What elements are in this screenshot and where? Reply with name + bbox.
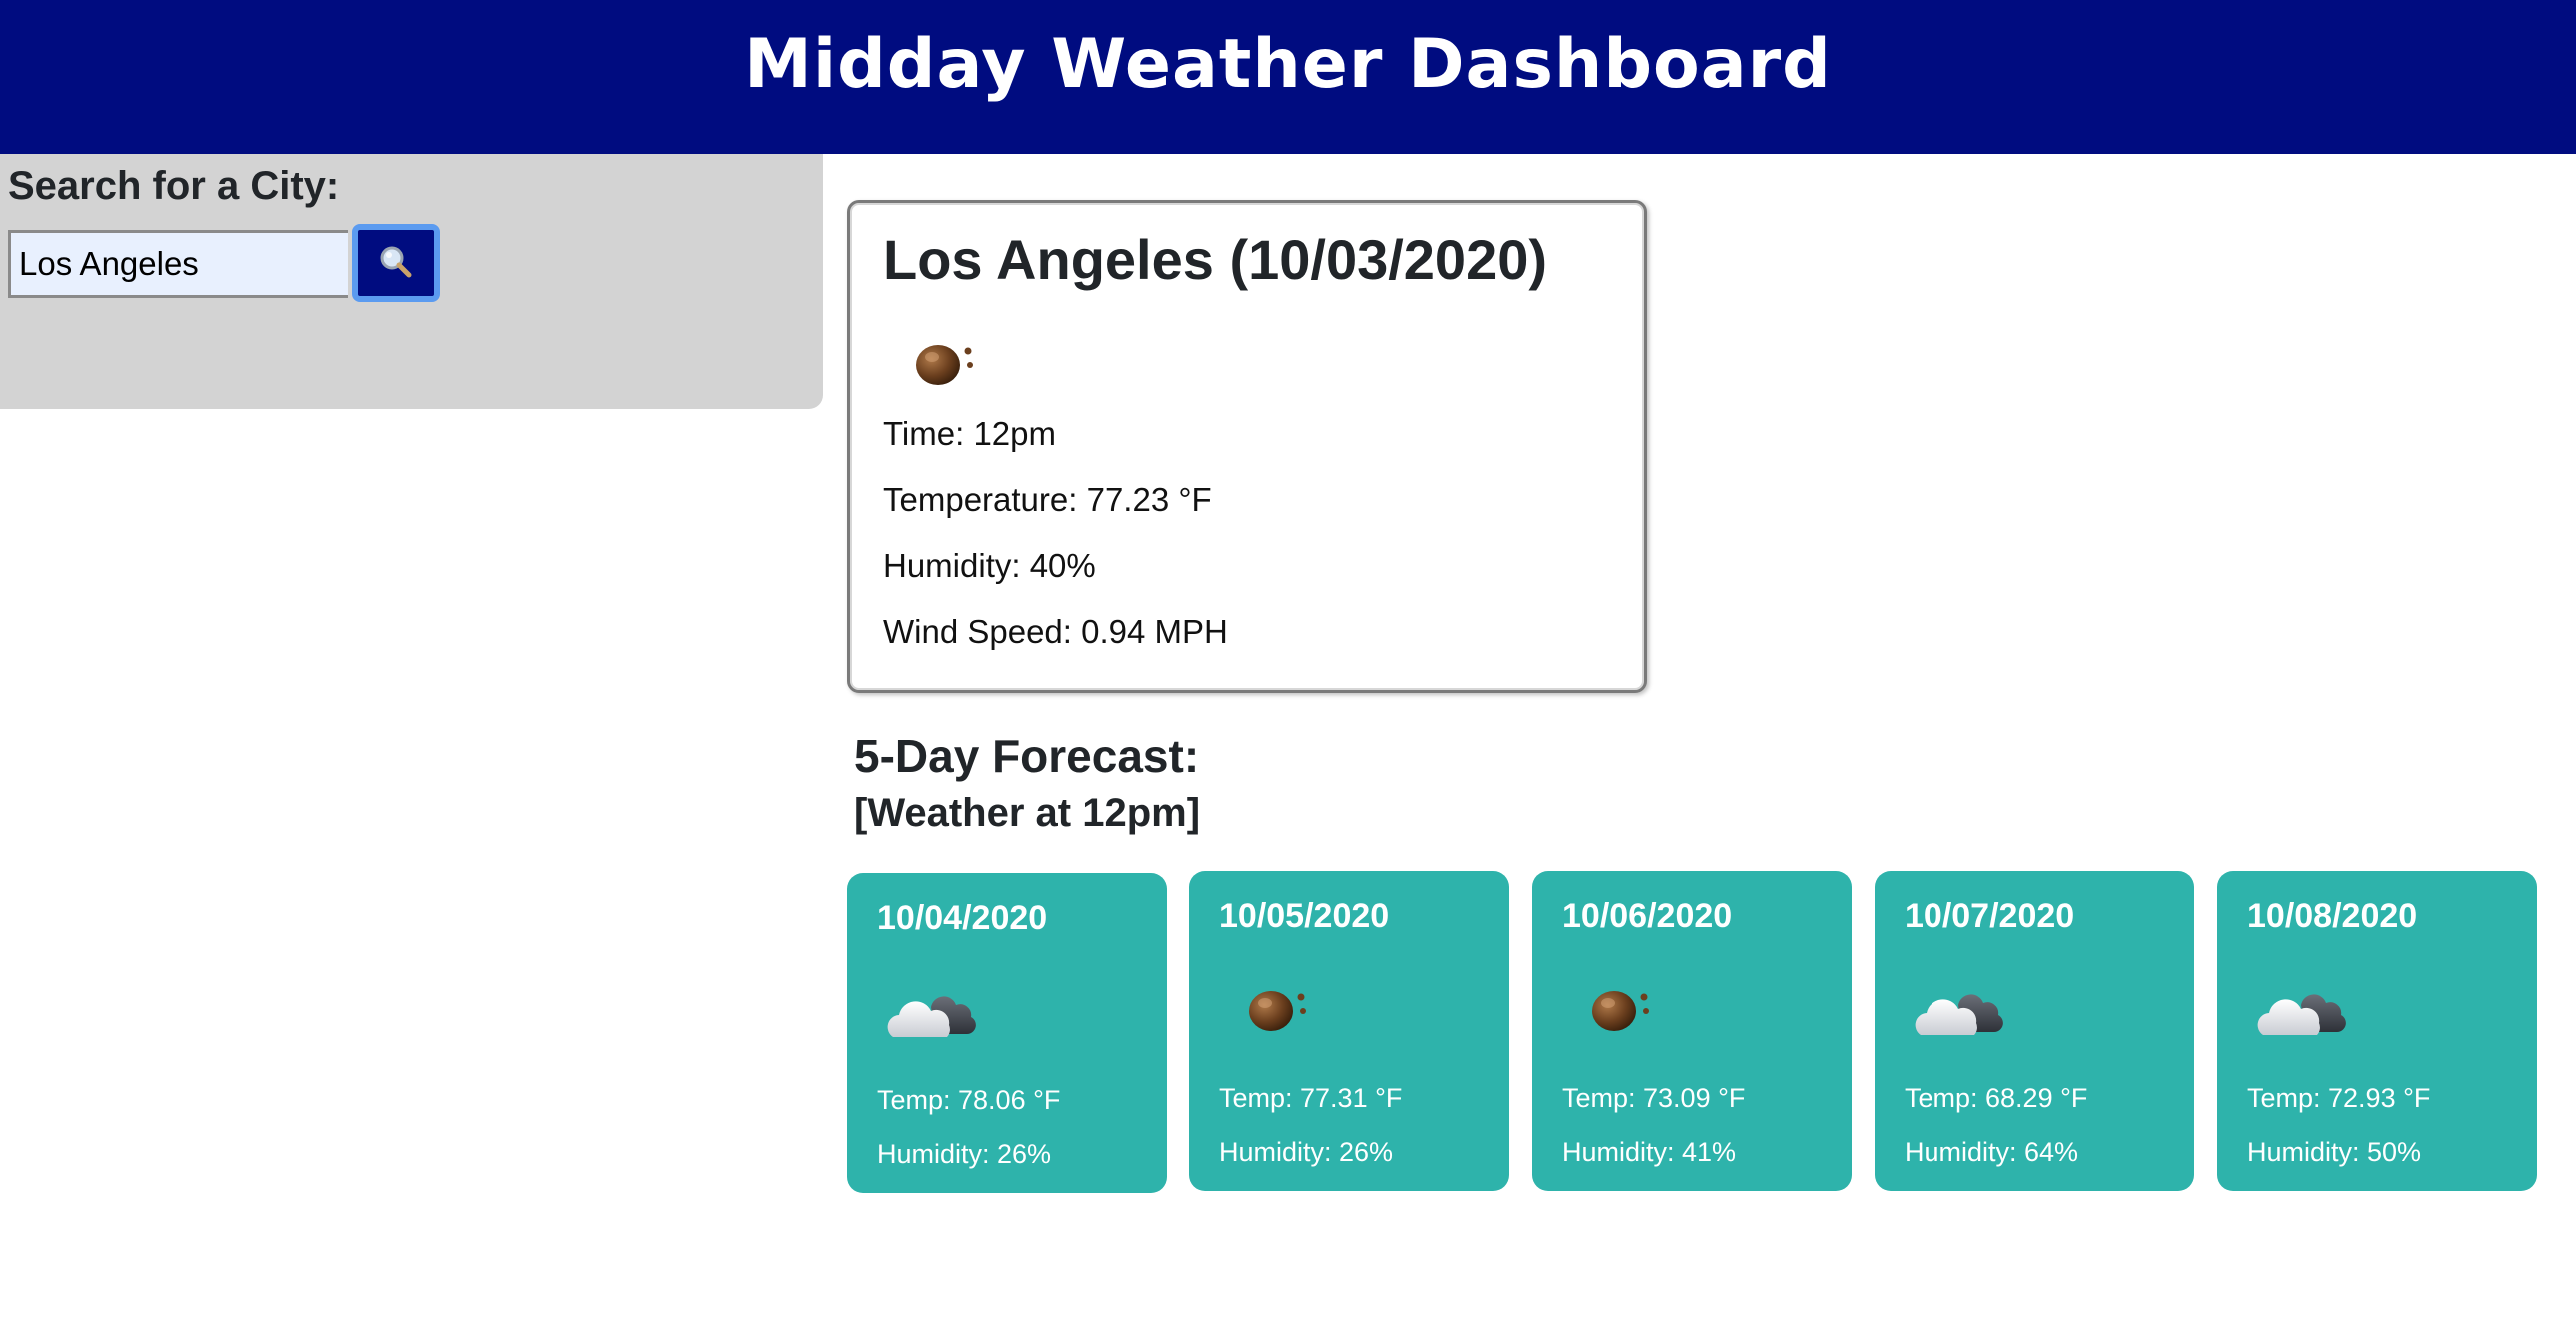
forecast-card-day-2: 10/05/2020 Temp: 77.31 °F Humidity: 26% — [1189, 871, 1509, 1191]
haze-sun-icon — [1586, 975, 1656, 1045]
city-search-input[interactable] — [8, 230, 348, 298]
forecast-humidity: Humidity: 26% — [1219, 1137, 1394, 1167]
forecast-card-day-1: 10/04/2020 Temp: 78.06 °F Humidity: 26% — [847, 873, 1167, 1193]
forecast-humidity: Humidity: 50% — [2247, 1137, 2422, 1167]
current-wind-speed: Wind Speed: 0.94 MPH — [883, 613, 1228, 650]
search-panel: Search for a City: — [0, 154, 823, 409]
forecast-subheading: [Weather at 12pm] — [854, 791, 1201, 835]
forecast-temp: Temp: 72.93 °F — [2247, 1083, 2431, 1113]
forecast-humidity: Humidity: 26% — [877, 1139, 1052, 1169]
forecast-card-day-4: 10/07/2020 Temp: 68.29 °F Humidity: 64% — [1875, 871, 2194, 1191]
header-bar: Midday Weather Dashboard — [0, 0, 2576, 154]
current-time: Time: 12pm — [883, 415, 1056, 452]
forecast-date: 10/08/2020 — [2247, 897, 2418, 935]
forecast-date: 10/07/2020 — [1905, 897, 2075, 935]
forecast-date: 10/05/2020 — [1219, 897, 1390, 935]
current-humidity: Humidity: 40% — [883, 547, 1096, 584]
forecast-card-day-5: 10/08/2020 Temp: 72.93 °F Humidity: 50% — [2217, 871, 2537, 1191]
forecast-date: 10/06/2020 — [1562, 897, 1733, 935]
forecast-temp: Temp: 78.06 °F — [877, 1085, 1061, 1115]
cloud-icon — [1911, 975, 2006, 1045]
magnifying-glass-icon — [376, 243, 416, 283]
forecast-card-day-3: 10/06/2020 Temp: 73.09 °F Humidity: 41% — [1532, 871, 1852, 1191]
current-city-title: Los Angeles (10/03/2020) — [883, 228, 1548, 291]
current-temperature: Temperature: 77.23 °F — [883, 481, 1212, 518]
current-weather-card: Los Angeles (10/03/2020) Time: 12pm Temp… — [847, 200, 1647, 693]
cloud-icon — [883, 977, 979, 1047]
page-title: Midday Weather Dashboard — [744, 24, 1832, 104]
forecast-heading: 5-Day Forecast: — [854, 730, 1200, 782]
forecast-temp: Temp: 68.29 °F — [1905, 1083, 2088, 1113]
forecast-humidity: Humidity: 41% — [1562, 1137, 1737, 1167]
search-label: Search for a City: — [8, 164, 340, 208]
forecast-temp: Temp: 73.09 °F — [1562, 1083, 1746, 1113]
haze-sun-icon — [910, 329, 980, 399]
forecast-humidity: Humidity: 64% — [1905, 1137, 2079, 1167]
haze-sun-icon — [1243, 975, 1313, 1045]
search-button[interactable] — [352, 224, 440, 302]
forecast-date: 10/04/2020 — [877, 899, 1048, 937]
cloud-icon — [2253, 975, 2349, 1045]
forecast-temp: Temp: 77.31 °F — [1219, 1083, 1403, 1113]
